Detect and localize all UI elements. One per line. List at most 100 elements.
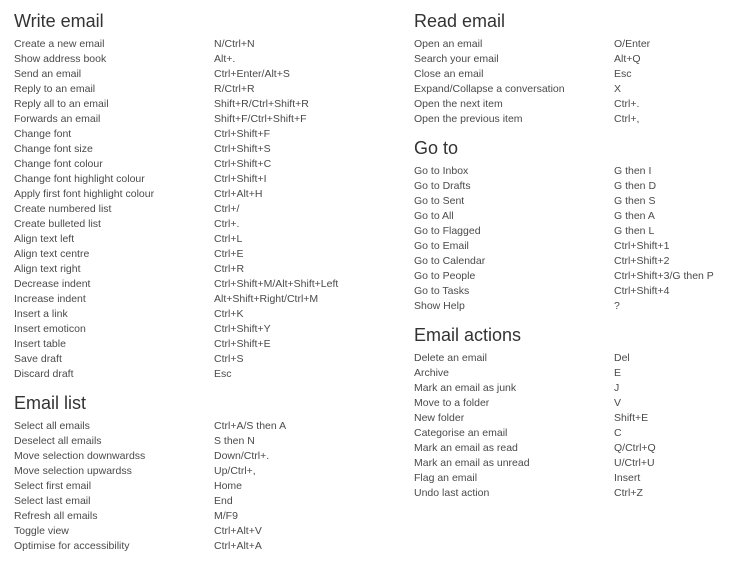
shortcut-action: Align text centre	[14, 248, 90, 260]
shortcut-row: Show Help?	[414, 299, 729, 314]
shortcut-keys: Ctrl+Shift+Y	[214, 323, 271, 335]
shortcut-action: Change font	[14, 128, 72, 140]
shortcut-keys: Ctrl+Shift+3/G then P	[614, 270, 714, 282]
shortcut-row: Open the previous item Ctrl+,	[414, 112, 729, 127]
shortcut-action: Insert a link	[14, 308, 68, 320]
shortcut-action: Open the previous item	[414, 113, 523, 125]
shortcut-row: Mark an email as read Q/Ctrl+Q	[414, 441, 729, 456]
email-actions-list: Delete an email Del Archive E Mark an email …	[414, 351, 729, 501]
shortcut-row: Toggle view Ctrl+Alt+V	[14, 524, 404, 539]
shortcut-action: Optimise for accessibility	[14, 540, 130, 552]
shortcut-keys: Ctrl+Shift+C	[214, 158, 272, 170]
shortcut-action: Discard draft	[14, 368, 74, 380]
shortcut-row: Reply all to an email Shift+R/Ctrl+Shift+…	[14, 97, 404, 112]
shortcut-keys: G then D	[614, 180, 657, 192]
shortcut-keys: Esc	[614, 68, 632, 80]
shortcut-action: Show address book	[14, 53, 107, 65]
right-column: Read email Open an email O/Enter Search yo…	[414, 0, 729, 501]
email-actions-title: Email actions	[414, 325, 522, 345]
shortcut-action: Open the next item	[414, 98, 503, 110]
shortcut-row: Go to Email Ctrl+Shift+1	[414, 239, 729, 254]
read-email-title: Read email	[414, 11, 506, 31]
shortcut-action: Show Help	[414, 300, 465, 312]
shortcut-row: Apply first font highlight colour Ctrl+Al…	[14, 187, 404, 202]
shortcut-action: Move selection downwardss	[14, 450, 146, 462]
shortcut-action: Undo last action	[414, 487, 490, 499]
shortcut-action: Select last email	[14, 495, 91, 507]
shortcut-keys: Down/Ctrl+.	[214, 450, 270, 462]
shortcut-action: New folder	[414, 412, 465, 424]
shortcut-keys: Ctrl+S	[214, 353, 244, 365]
shortcut-keys: Ctrl+Shift+I	[214, 173, 267, 185]
read-email-list: Open an email O/Enter Search your email Alt…	[414, 37, 729, 127]
shortcut-keys: Shift+F/Ctrl+Shift+F	[214, 113, 307, 125]
email-list-section: Email list Select all emails Ctrl+A/S the…	[14, 382, 404, 554]
shortcut-row: Go to All G then A	[414, 209, 729, 224]
shortcut-row: Undo last action Ctrl+Z	[414, 486, 729, 501]
shortcut-action: Apply first font highlight colour	[14, 188, 155, 200]
shortcut-keys: Ctrl+.	[214, 218, 240, 230]
shortcut-keys: G then S	[614, 195, 656, 207]
shortcut-action: Go to Inbox	[414, 165, 469, 177]
shortcut-keys: Ctrl+.	[614, 98, 640, 110]
shortcut-action: Flag an email	[414, 472, 478, 484]
shortcut-row: Align text left Ctrl+L	[14, 232, 404, 247]
shortcut-row: Forwards an email Shift+F/Ctrl+Shift+F	[14, 112, 404, 127]
shortcut-action: Refresh all emails	[14, 510, 98, 522]
shortcut-action: Go to Email	[414, 240, 469, 252]
shortcut-keys: Ctrl+R	[214, 263, 245, 275]
shortcut-keys: Ctrl+Shift+2	[614, 255, 670, 267]
shortcut-keys: Ctrl+Shift+1	[614, 240, 670, 252]
shortcut-keys: G then I	[614, 165, 652, 177]
shortcut-row: Select last email End	[14, 494, 404, 509]
shortcut-row: Increase indent Alt+Shift+Right/Ctrl+M	[14, 292, 404, 307]
shortcut-row: Select all emails Ctrl+A/S then A	[14, 419, 404, 434]
shortcut-keys: Ctrl+L	[214, 233, 243, 245]
shortcut-row: Go to Drafts G then D	[414, 179, 729, 194]
shortcut-keys: C	[614, 427, 622, 439]
shortcut-keys: S then N	[214, 435, 255, 447]
shortcut-keys: X	[614, 83, 622, 95]
shortcut-row: Insert a link Ctrl+K	[14, 307, 404, 322]
shortcut-row: Align text centre Ctrl+E	[14, 247, 404, 262]
shortcut-keys: Ctrl+A/S then A	[214, 420, 287, 432]
shortcut-keys: M/F9	[214, 510, 238, 522]
shortcut-keys: Alt+.	[214, 53, 236, 65]
shortcut-row: Expand/Collapse a conversation X	[414, 82, 729, 97]
shortcut-action: Reply to an email	[14, 83, 96, 95]
shortcut-row: Close an email Esc	[414, 67, 729, 82]
shortcut-row: Select first email Home	[14, 479, 404, 494]
shortcut-keys: Home	[214, 480, 243, 492]
shortcut-keys: Ctrl+Shift+E	[214, 338, 271, 350]
shortcut-keys: J	[614, 382, 620, 394]
email-list-list: Select all emails Ctrl+A/S then A Deselect…	[14, 419, 404, 554]
write-email-section: Write email Create a new email N/Ctrl+N Sh…	[14, 0, 404, 382]
shortcut-row: Change font colour Ctrl+Shift+C	[14, 157, 404, 172]
shortcut-keys: Ctrl+Enter/Alt+S	[214, 68, 290, 80]
shortcut-action: Change font size	[14, 143, 93, 155]
shortcut-row: Flag an email Insert	[414, 471, 729, 486]
shortcut-row: Change font size Ctrl+Shift+S	[14, 142, 404, 157]
shortcut-keys: Ctrl+,	[614, 113, 640, 125]
shortcut-action: Increase indent	[14, 293, 86, 305]
shortcut-keys: G then L	[614, 225, 655, 237]
shortcut-row: Go to Tasks Ctrl+Shift+4	[414, 284, 729, 299]
shortcut-keys: Alt+Shift+Right/Ctrl+M	[214, 293, 319, 305]
shortcut-keys: G then A	[614, 210, 655, 222]
shortcut-row: Discard draft Esc	[14, 367, 404, 382]
shortcut-row: New folder Shift+E	[414, 411, 729, 426]
shortcut-keys: Insert	[614, 472, 641, 484]
shortcut-action: Decrease indent	[14, 278, 91, 290]
shortcut-keys: Ctrl+Alt+H	[214, 188, 263, 200]
shortcut-row: Go to Inbox G then I	[414, 164, 729, 179]
shortcut-row: Change font Ctrl+Shift+F	[14, 127, 404, 142]
shortcut-row: Categorise an email C	[414, 426, 729, 441]
shortcut-keys: End	[214, 495, 233, 507]
shortcut-keys: E	[614, 367, 622, 379]
shortcut-keys: Ctrl+Shift+F	[214, 128, 271, 140]
shortcut-keys: V	[614, 397, 622, 409]
shortcut-row: Deselect all emails S then N	[14, 434, 404, 449]
shortcut-action: Send an email	[14, 68, 82, 80]
shortcut-row: Go to Flagged G then L	[414, 224, 729, 239]
email-actions-section: Email actions Delete an email Del Archive E…	[414, 314, 729, 501]
